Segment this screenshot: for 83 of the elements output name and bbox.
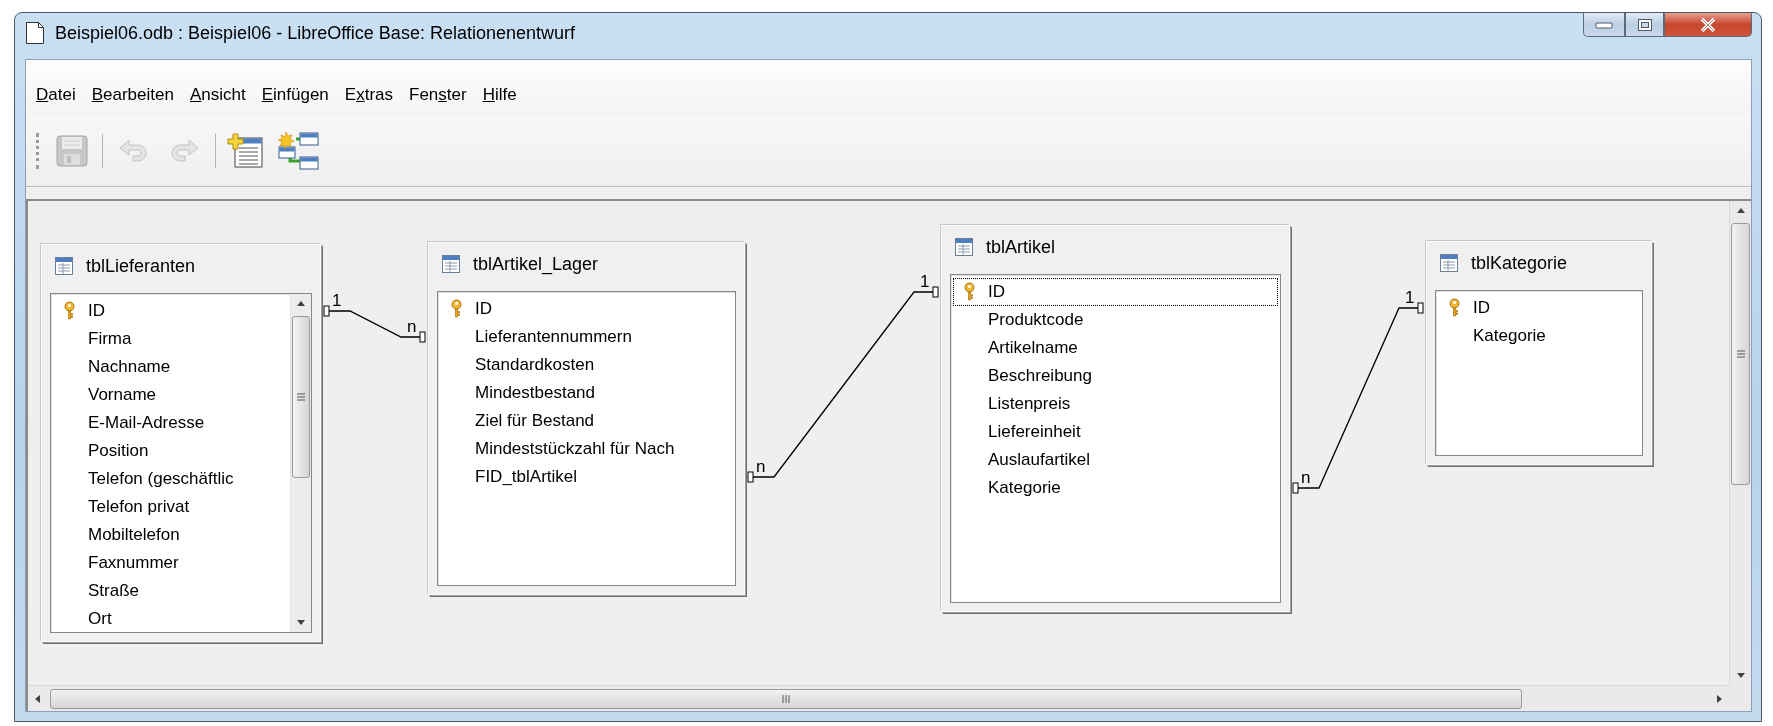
field-item[interactable]: Nachname (53, 353, 288, 381)
field-item[interactable]: Kategorie (953, 474, 1278, 502)
field-item[interactable]: FID_tblArtikel (440, 463, 733, 491)
cardinality-label: 1 (920, 272, 930, 291)
field-item[interactable]: Vorname (53, 381, 288, 409)
vertical-scrollbar[interactable] (1729, 201, 1751, 685)
cardinality-label: n (1301, 468, 1311, 487)
minimize-icon (1595, 19, 1613, 30)
field-item[interactable]: Mindestbestand (440, 379, 733, 407)
table-title: tblArtikel (986, 236, 1056, 258)
minimize-button[interactable] (1583, 13, 1625, 37)
field-item[interactable]: E-Mail-Adresse (53, 409, 288, 437)
table-window[interactable]: tblLieferanten ID Firma Nachname Vorname E-Mail-Adresse Position Telefon (geschäftlic Telefon privat Mobiltelefon Faxnummer Straße Ort (41, 244, 321, 642)
menu-item[interactable]: Datei (30, 83, 82, 107)
horizontal-scrollbar[interactable] (28, 685, 1729, 711)
field-item[interactable]: Straße (53, 577, 288, 605)
field-item[interactable]: Kategorie (1438, 322, 1640, 350)
field-item[interactable]: Ziel für Bestand (440, 407, 733, 435)
window-title: Beispiel06.odb : Beispiel06 - LibreOffice Base: Relationenentwurf (55, 22, 575, 44)
field-item[interactable]: Artikelname (953, 334, 1278, 362)
menu-item[interactable]: Fenster (403, 83, 473, 107)
field-item[interactable]: Auslaufartikel (953, 446, 1278, 474)
cardinality-label: n (756, 457, 766, 476)
field-item[interactable]: Produktcode (953, 306, 1278, 334)
menu-item[interactable]: Extras (338, 83, 399, 107)
scroll-down-icon (1735, 670, 1746, 680)
field-item[interactable]: Ort (53, 605, 288, 632)
scroll-down-icon (296, 617, 306, 627)
field-item[interactable]: Faxnummer (53, 549, 288, 577)
scroll-left-icon (33, 693, 43, 704)
key-icon (449, 299, 463, 319)
table-title: tblLieferanten (86, 255, 196, 277)
close-button[interactable] (1664, 13, 1752, 37)
new-relation-button[interactable] (276, 129, 320, 173)
field-item[interactable]: Listenpreis (953, 390, 1278, 418)
table-icon (1439, 253, 1459, 273)
menu-item[interactable]: Einfügen (255, 83, 335, 107)
field-item[interactable]: Telefon (geschäftlic (53, 465, 288, 493)
grip-icon (296, 392, 306, 402)
field-item[interactable]: Lieferantennummern (440, 323, 733, 351)
field-item[interactable]: Beschreibung (953, 362, 1278, 390)
scroll-up-icon (1735, 206, 1746, 216)
field-item[interactable]: Firma (53, 325, 288, 353)
close-icon (1698, 16, 1718, 33)
field-item[interactable]: ID (953, 278, 1278, 306)
table-icon (54, 256, 74, 276)
menu-item[interactable]: Ansicht (183, 83, 252, 107)
field-item[interactable]: Position (53, 437, 288, 465)
grip-icon (1735, 349, 1746, 359)
new-table-icon (227, 132, 265, 170)
key-icon (62, 301, 76, 321)
field-item[interactable]: ID (1438, 294, 1640, 322)
table-window[interactable]: tblArtikel ID Produktcode Artikelname Beschreibung Listenpreis Liefereinheit Auslaufartikel Kategorie (941, 225, 1290, 612)
relation-line[interactable] (323, 305, 426, 343)
table-icon (954, 237, 974, 257)
field-item[interactable]: Mindeststückzahl für Nach (440, 435, 733, 463)
menu-item[interactable]: Bearbeiten (85, 83, 180, 107)
field-item[interactable]: ID (440, 295, 733, 323)
table-window[interactable]: tblKategorie ID Kategorie (1426, 241, 1652, 465)
field-item[interactable]: Liefereinheit (953, 418, 1278, 446)
field-item[interactable]: Telefon privat (53, 493, 288, 521)
field-item[interactable]: ID (53, 297, 288, 325)
key-icon (962, 282, 976, 302)
maximize-icon (1636, 17, 1653, 32)
document-icon (25, 21, 45, 45)
key-icon (1447, 298, 1461, 318)
menu-item[interactable]: Hilfe (476, 83, 523, 107)
new-relation-icon (276, 131, 320, 171)
table-icon (441, 254, 461, 274)
cardinality-label: 1 (332, 291, 342, 310)
table-title: tblKategorie (1471, 252, 1568, 274)
field-item[interactable]: Standardkosten (440, 351, 733, 379)
cardinality-label: 1 (1405, 288, 1415, 307)
maximize-button[interactable] (1625, 13, 1664, 37)
cardinality-label: n (407, 317, 417, 336)
scrollbar[interactable] (290, 294, 311, 632)
scroll-right-icon (1714, 693, 1724, 704)
field-item[interactable]: Mobiltelefon (53, 521, 288, 549)
scroll-up-icon (296, 299, 306, 309)
save-icon (54, 133, 90, 169)
table-window[interactable]: tblArtikel_Lager ID Lieferantennummern Standardkosten Mindestbestand Ziel für Bestand Mindeststückzahl für Nach FID_tblArtikel (428, 242, 745, 595)
table-title: tblArtikel_Lager (473, 253, 599, 275)
grip-icon (781, 693, 791, 704)
